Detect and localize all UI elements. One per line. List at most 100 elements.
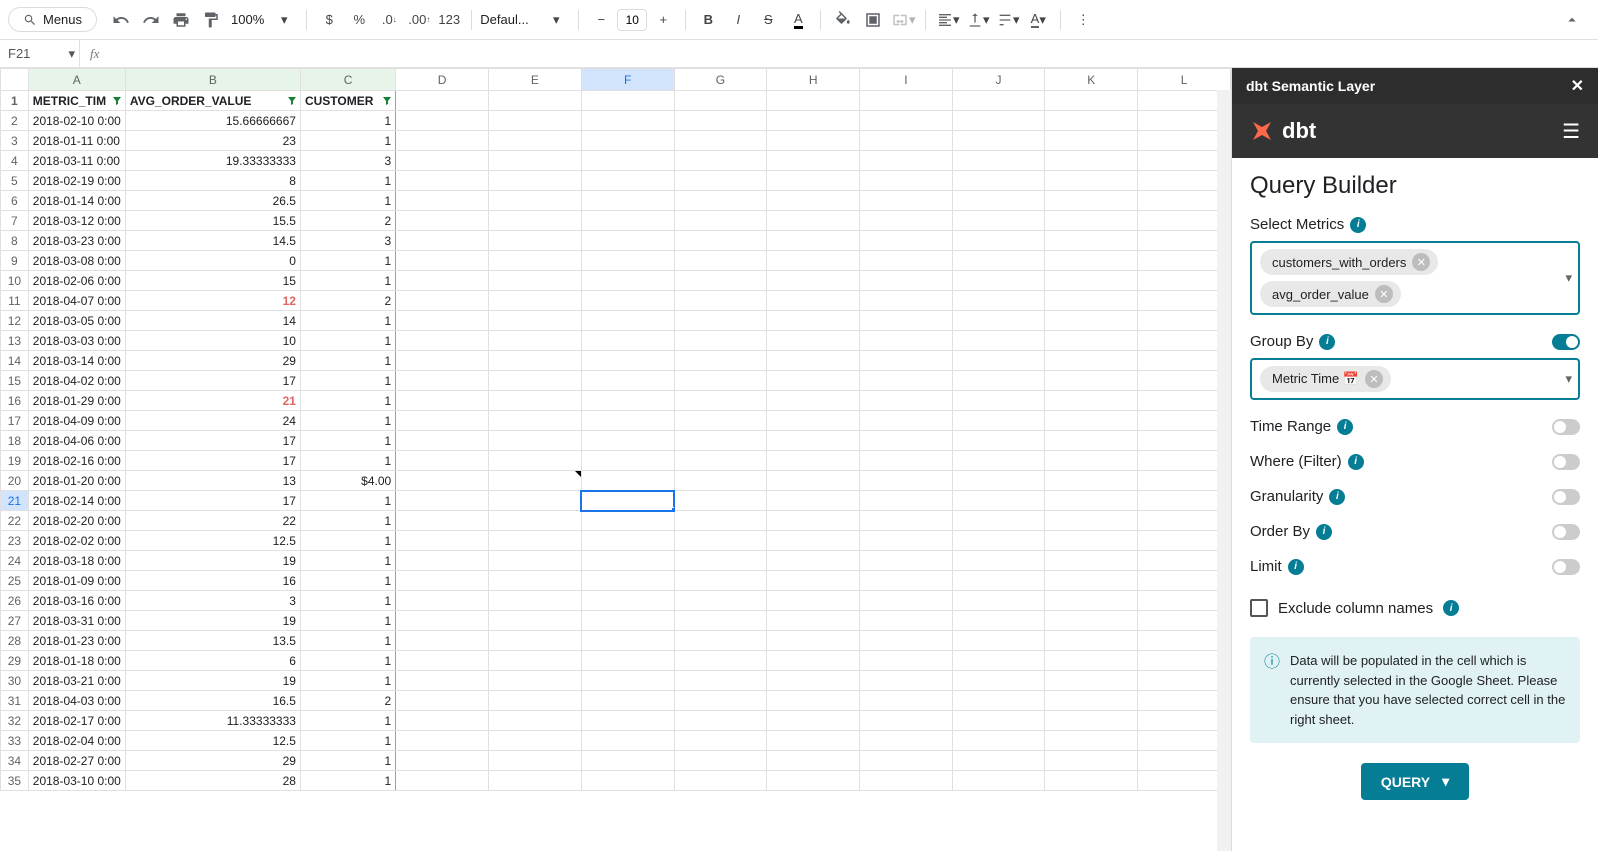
cell[interactable] xyxy=(860,211,953,231)
cell[interactable] xyxy=(396,371,489,391)
cell[interactable]: 2018-02-04 0:00 xyxy=(28,731,125,751)
cell[interactable] xyxy=(767,651,860,671)
cell[interactable] xyxy=(488,731,581,751)
cell[interactable] xyxy=(860,571,953,591)
cell[interactable] xyxy=(488,251,581,271)
cell[interactable] xyxy=(581,571,674,591)
cell[interactable] xyxy=(674,211,767,231)
cell[interactable]: 12.5 xyxy=(125,731,300,751)
cell[interactable]: 16.5 xyxy=(125,691,300,711)
row-header[interactable]: 23 xyxy=(1,531,29,551)
cell[interactable] xyxy=(674,311,767,331)
row-header[interactable]: 29 xyxy=(1,651,29,671)
cell[interactable]: 29 xyxy=(125,351,300,371)
cell[interactable]: 2018-02-17 0:00 xyxy=(28,711,125,731)
cell[interactable]: 1 xyxy=(300,511,395,531)
row-header[interactable]: 30 xyxy=(1,671,29,691)
cell[interactable]: 2 xyxy=(300,691,395,711)
cell[interactable] xyxy=(674,571,767,591)
cell[interactable] xyxy=(674,671,767,691)
cell[interactable] xyxy=(767,391,860,411)
row-header[interactable]: 26 xyxy=(1,591,29,611)
cell[interactable] xyxy=(952,611,1045,631)
cell[interactable]: 1 xyxy=(300,311,395,331)
cell[interactable] xyxy=(860,331,953,351)
cell[interactable]: 2018-02-19 0:00 xyxy=(28,171,125,191)
cell[interactable] xyxy=(952,91,1045,111)
cell[interactable]: 2018-01-23 0:00 xyxy=(28,631,125,651)
info-icon[interactable]: i xyxy=(1319,334,1335,350)
cell[interactable]: 1 xyxy=(300,671,395,691)
cell[interactable] xyxy=(396,411,489,431)
column-header[interactable]: J xyxy=(952,69,1045,91)
font-caret[interactable]: ▾ xyxy=(542,6,570,34)
cell[interactable] xyxy=(674,171,767,191)
cell[interactable] xyxy=(674,611,767,631)
cell[interactable] xyxy=(767,251,860,271)
cell[interactable] xyxy=(581,611,674,631)
cell[interactable] xyxy=(674,351,767,371)
cell[interactable] xyxy=(581,711,674,731)
cell[interactable] xyxy=(767,671,860,691)
cell[interactable]: 1 xyxy=(300,551,395,571)
cell[interactable] xyxy=(396,731,489,751)
cell[interactable] xyxy=(674,751,767,771)
cell[interactable] xyxy=(952,371,1045,391)
cell[interactable]: 1 xyxy=(300,391,395,411)
cell[interactable]: 1 xyxy=(300,631,395,651)
cell[interactable] xyxy=(860,631,953,651)
cell[interactable] xyxy=(767,431,860,451)
cell[interactable]: 2018-03-18 0:00 xyxy=(28,551,125,571)
cell[interactable]: AVG_ORDER_VALUE xyxy=(125,91,300,111)
cell[interactable] xyxy=(860,511,953,531)
cell[interactable] xyxy=(674,711,767,731)
cell[interactable] xyxy=(674,531,767,551)
cell[interactable] xyxy=(1045,311,1138,331)
cell[interactable] xyxy=(581,311,674,331)
exclude-checkbox[interactable] xyxy=(1250,599,1268,617)
valign-button[interactable]: ▾ xyxy=(964,6,992,34)
cell[interactable]: 2018-03-21 0:00 xyxy=(28,671,125,691)
row-header[interactable]: 32 xyxy=(1,711,29,731)
strikethrough-button[interactable]: S xyxy=(754,6,782,34)
cell[interactable]: 17 xyxy=(125,491,300,511)
cell[interactable] xyxy=(396,711,489,731)
cell[interactable] xyxy=(488,691,581,711)
row-header[interactable]: 4 xyxy=(1,151,29,171)
cell[interactable] xyxy=(488,151,581,171)
cell[interactable]: 2018-04-06 0:00 xyxy=(28,431,125,451)
cell[interactable]: 2018-01-09 0:00 xyxy=(28,571,125,591)
cell[interactable] xyxy=(674,451,767,471)
cell[interactable] xyxy=(860,131,953,151)
cell[interactable] xyxy=(860,291,953,311)
cell[interactable] xyxy=(396,171,489,191)
row-header[interactable]: 13 xyxy=(1,331,29,351)
cell[interactable] xyxy=(860,471,953,491)
group-by-select[interactable]: Metric Time 📅✕ ▾ xyxy=(1250,358,1580,400)
cell[interactable] xyxy=(952,351,1045,371)
cell[interactable] xyxy=(396,551,489,571)
cell[interactable]: 19 xyxy=(125,671,300,691)
cell[interactable] xyxy=(860,191,953,211)
cell[interactable]: 2018-02-20 0:00 xyxy=(28,511,125,531)
cell[interactable] xyxy=(767,91,860,111)
cell[interactable]: 2018-03-16 0:00 xyxy=(28,591,125,611)
cell[interactable] xyxy=(488,331,581,351)
cell[interactable]: 1 xyxy=(300,491,395,511)
cell[interactable] xyxy=(488,131,581,151)
cell[interactable] xyxy=(860,371,953,391)
cell[interactable]: CUSTOMER xyxy=(300,91,395,111)
cell[interactable]: 1 xyxy=(300,731,395,751)
cell[interactable] xyxy=(674,731,767,751)
cell[interactable] xyxy=(581,131,674,151)
cell[interactable] xyxy=(952,111,1045,131)
cell[interactable]: 26.5 xyxy=(125,191,300,211)
cell[interactable] xyxy=(860,171,953,191)
cell[interactable] xyxy=(674,271,767,291)
cell[interactable] xyxy=(860,351,953,371)
cell[interactable] xyxy=(1045,551,1138,571)
cell[interactable] xyxy=(488,571,581,591)
cell[interactable] xyxy=(767,471,860,491)
row-header[interactable]: 10 xyxy=(1,271,29,291)
where-toggle[interactable] xyxy=(1552,454,1580,470)
